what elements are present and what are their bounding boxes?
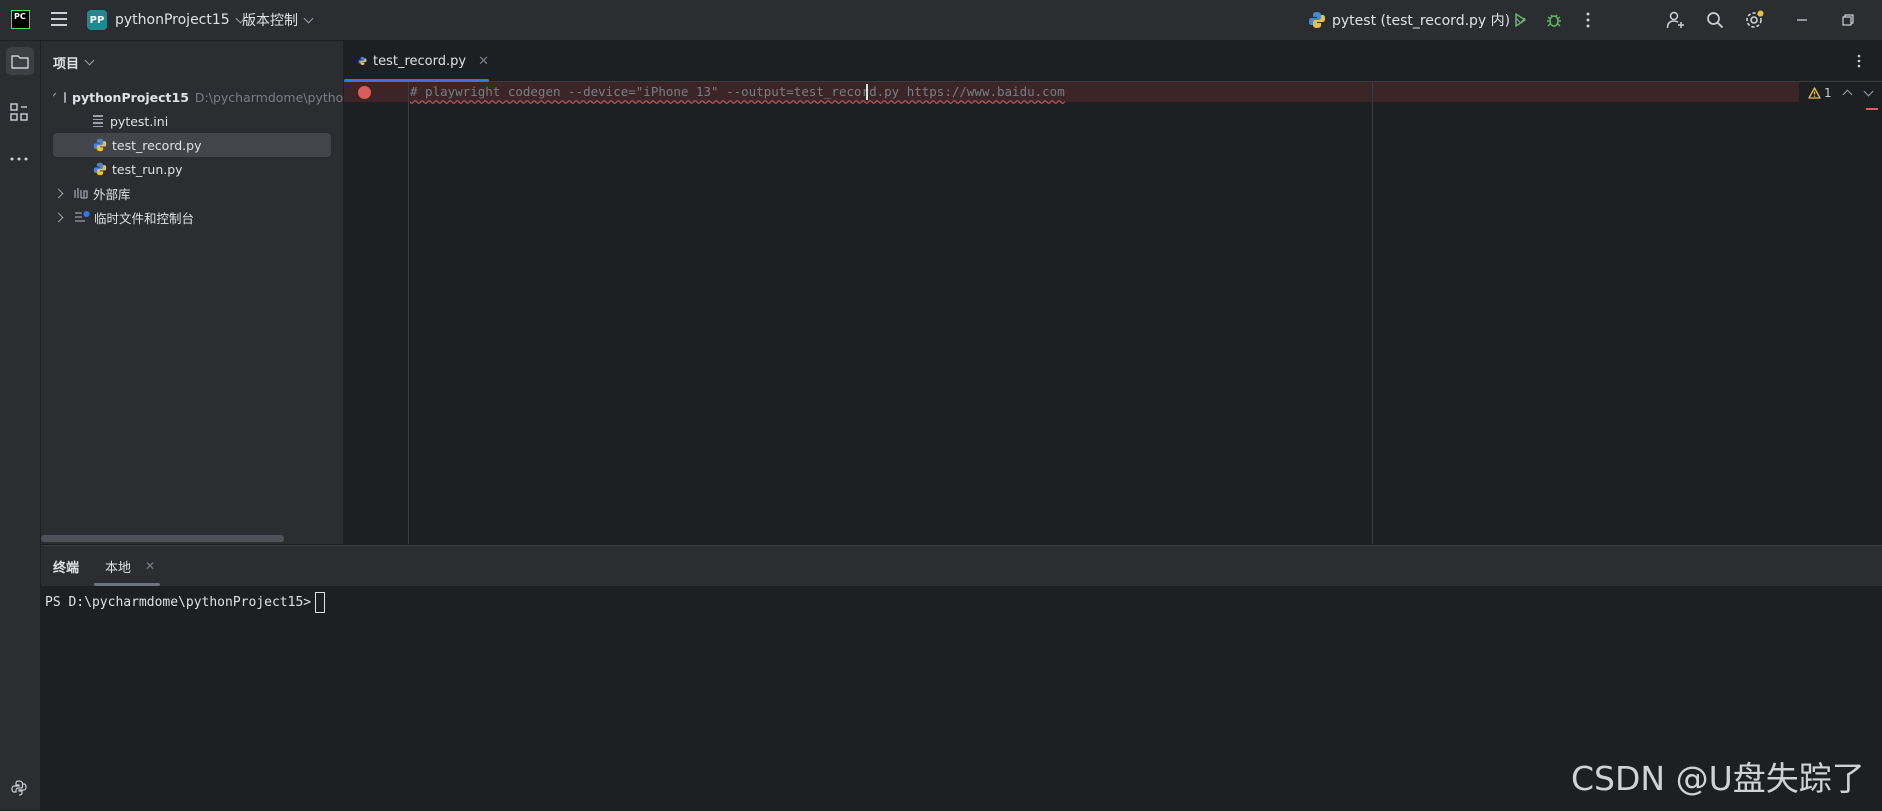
- search-icon[interactable]: [1703, 8, 1727, 32]
- add-user-icon[interactable]: [1664, 8, 1688, 32]
- ini-file-icon: [93, 115, 103, 127]
- code-line-1[interactable]: # playwright codegen --device="iPhone 13…: [410, 84, 1065, 99]
- warning-icon: [1808, 87, 1821, 99]
- horizontal-scrollbar[interactable]: [41, 535, 284, 542]
- pycharm-logo-icon: PC: [11, 10, 30, 29]
- chevron-down-icon: [303, 13, 314, 23]
- tree-row-root[interactable]: pythonProject15 D:\pycharmdome\pythor: [53, 85, 343, 109]
- text-caret: [866, 84, 868, 100]
- vcs-menu[interactable]: 版本控制: [242, 0, 314, 40]
- right-margin-guide: [1372, 82, 1373, 544]
- library-icon: [74, 188, 88, 199]
- project-name: pythonProject15: [115, 12, 230, 28]
- tab-local-session[interactable]: 本地 ✕: [105, 546, 155, 586]
- warning-count: 1: [1824, 86, 1832, 100]
- python-file-icon: [93, 162, 107, 176]
- error-stripe-mark: [1866, 108, 1878, 110]
- chevron-down-icon: [84, 55, 95, 66]
- close-icon[interactable]: ✕: [145, 559, 155, 573]
- minimize-icon[interactable]: [1790, 8, 1814, 32]
- python-file-icon: [93, 138, 107, 152]
- project-panel-title: 项目: [53, 57, 80, 72]
- tree-row-file[interactable]: pytest.ini: [93, 109, 168, 133]
- project-selector[interactable]: PP pythonProject15: [87, 0, 246, 40]
- terminal-title-label: 终端: [53, 560, 80, 576]
- project-badge: PP: [87, 10, 107, 30]
- run-icon[interactable]: [1508, 8, 1532, 32]
- inspection-widget[interactable]: 1: [1808, 86, 1874, 100]
- python-file-icon: [358, 56, 367, 66]
- terminal-prompt[interactable]: PS D:\pycharmdome\pythonProject15>: [45, 592, 326, 613]
- file-name: test_run.py: [112, 161, 183, 177]
- active-session-indicator: [94, 583, 160, 586]
- root-folder-name: pythonProject15: [72, 89, 189, 105]
- restore-icon[interactable]: [1836, 8, 1860, 32]
- chevron-right-icon[interactable]: [53, 188, 64, 198]
- title-bar: PC PP pythonProject15 版本控制 pytest (test_…: [0, 0, 1882, 41]
- more-vertical-icon[interactable]: [1576, 8, 1600, 32]
- file-name: pytest.ini: [110, 113, 169, 129]
- tree-row-file[interactable]: test_run.py: [93, 157, 183, 181]
- tab-test-record[interactable]: test_record.py ✕: [344, 41, 489, 82]
- project-panel: 项目 pythonProject15 D:\pycharmdome\pythor…: [41, 41, 344, 544]
- settings-icon[interactable]: [1742, 8, 1766, 32]
- run-config-selector[interactable]: pytest (test_record.py 内): [1308, 0, 1526, 40]
- python-icon: [1309, 12, 1325, 28]
- chevron-right-icon[interactable]: [53, 212, 64, 222]
- project-panel-header[interactable]: 项目: [53, 53, 95, 72]
- chevron-down-icon[interactable]: [1863, 86, 1874, 97]
- breakpoint-icon[interactable]: [358, 86, 371, 99]
- scratches-icon: [75, 211, 90, 222]
- project-folder-icon[interactable]: [6, 47, 34, 75]
- tree-row-scratches[interactable]: 临时文件和控制台: [53, 205, 195, 229]
- python-console-icon[interactable]: [10, 779, 30, 799]
- terminal-header: 终端 本地 ✕: [41, 546, 1882, 586]
- tab-label: test_record.py: [373, 53, 467, 69]
- chevron-up-icon[interactable]: [1842, 89, 1853, 100]
- session-tab-label: 本地: [105, 560, 132, 576]
- more-horizontal-icon[interactable]: [10, 147, 30, 167]
- file-name: test_record.py: [112, 137, 202, 153]
- gutter-divider: [408, 82, 409, 544]
- code-editor[interactable]: # playwright codegen --device="iPhone 13…: [344, 82, 1882, 544]
- close-icon[interactable]: ✕: [478, 54, 489, 69]
- more-vertical-icon[interactable]: [1856, 53, 1872, 69]
- folder-icon: [64, 91, 66, 103]
- terminal-cursor: [315, 592, 326, 613]
- watermark: CSDN @U盘失踪了: [1571, 759, 1865, 798]
- left-tool-strip: [0, 41, 41, 810]
- prompt-text: PS D:\pycharmdome\pythonProject15>: [45, 595, 312, 610]
- tree-row-file-selected[interactable]: test_record.py: [53, 133, 331, 157]
- root-folder-path: D:\pycharmdome\pythor: [194, 89, 343, 105]
- external-libs-label: 外部库: [93, 186, 131, 202]
- editor-tab-bar: test_record.py ✕: [344, 41, 1882, 82]
- main-menu-icon[interactable]: [51, 12, 67, 26]
- terminal-title[interactable]: 终端: [53, 546, 79, 586]
- debug-icon[interactable]: [1542, 8, 1566, 32]
- chevron-down-icon[interactable]: [53, 92, 57, 99]
- run-config-label: pytest (test_record.py 内): [1332, 13, 1511, 29]
- structure-icon[interactable]: [10, 103, 30, 123]
- vcs-label: 版本控制: [242, 13, 298, 29]
- scratches-label: 临时文件和控制台: [94, 210, 195, 226]
- tree-row-external-libs[interactable]: 外部库: [53, 181, 131, 205]
